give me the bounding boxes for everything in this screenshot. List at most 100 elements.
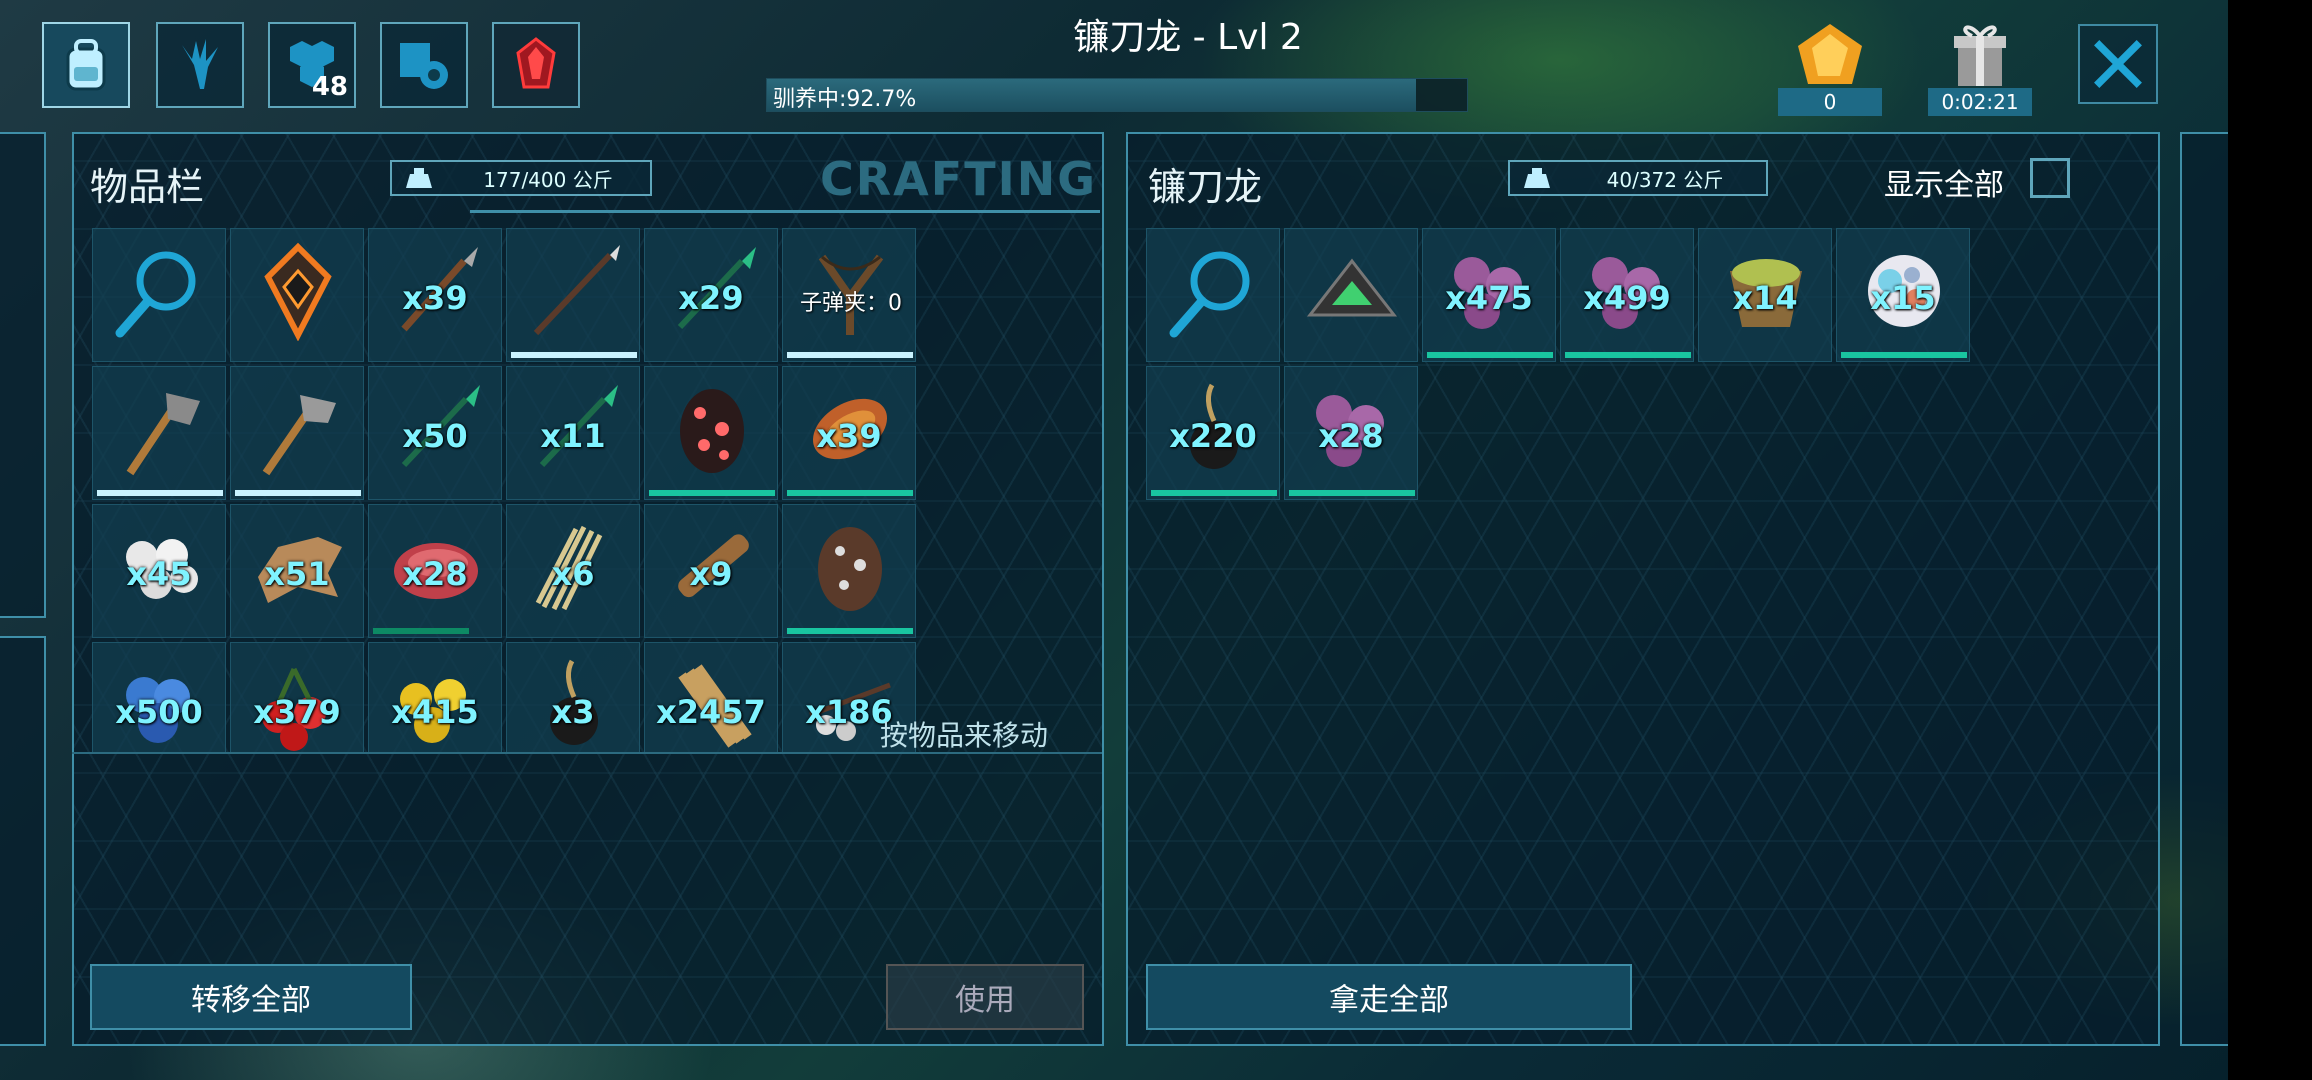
tek-tab[interactable] [492,22,580,108]
inventory-slot[interactable]: x9 [644,504,778,638]
item-quantity: x379 [253,693,341,731]
durability-bar [373,628,469,634]
item-quantity: x28 [1318,417,1384,455]
red-crystal-icon [516,37,556,89]
gear-book-icon [400,43,448,89]
drag-hint: 按物品来移动 [880,719,1049,752]
inventory-slot[interactable] [230,366,364,500]
item-quantity: x220 [1169,417,1257,455]
creature-title: 镰刀龙 - Lvl 2 [1073,17,1303,58]
engrams-tab[interactable]: 48 [268,22,356,108]
inventory-slot[interactable] [506,228,640,362]
durability-bar [235,490,361,496]
creature-inventory-title: 镰刀龙 [1148,165,1263,209]
inventory-slot[interactable]: x2457 [644,642,778,752]
inventory-slot[interactable] [644,366,778,500]
spotted-egg-brown-icon [818,527,882,611]
item-quantity: x6 [551,555,595,593]
gift-box-icon [1954,25,2006,86]
durability-bar [787,352,913,358]
gift-timer-label: 0:02:21 [1928,88,2032,116]
close-button[interactable] [2078,24,2158,104]
item-quantity: x500 [115,693,203,731]
implant-icon [264,242,332,341]
item-quantity: x28 [402,555,468,593]
inventory-slot[interactable]: x51 [230,504,364,638]
search-icon [1169,251,1250,338]
inventory-slot[interactable]: x39 [782,366,916,500]
inventory-slot[interactable]: x475 [1422,228,1556,362]
inventory-slot[interactable] [92,366,226,500]
inventory-divider [72,752,1102,754]
amber-crystal-icon [1798,24,1862,84]
inventory-slot[interactable]: x29 [644,228,778,362]
gift-timer: 0:02:21 [1928,20,2032,116]
amber-resource: 0 [1778,20,1882,116]
durability-bar [1427,352,1553,358]
inventory-slot[interactable]: x11 [506,366,640,500]
tame-options-tab[interactable] [156,22,244,108]
inventory-slot[interactable]: 子弹夹：0 [782,228,916,362]
pike-icon [533,245,620,336]
item-quantity: x415 [391,693,479,731]
item-quantity: x11 [540,417,606,455]
inventory-slot[interactable]: x3 [506,642,640,752]
taming-progress-label: 驯养中:92.7% [773,87,917,112]
item-quantity: x51 [264,555,330,593]
inventory-slot[interactable] [1284,228,1418,362]
item-quantity: x39 [402,279,468,317]
show-all-checkbox[interactable] [2030,158,2070,198]
inventory-slot[interactable]: x28 [368,504,502,638]
inventory-slot[interactable]: x220 [1146,366,1280,500]
inventory-slot[interactable]: x379 [230,642,364,752]
use-button[interactable]: 使用 [886,964,1084,1030]
search-slot[interactable] [1146,228,1280,362]
stone-hatchet-icon [126,393,200,476]
item-quantity: x2457 [656,693,766,731]
search-icon [115,251,196,338]
take-all-button[interactable]: 拿走全部 [1146,964,1632,1030]
inventory-slot[interactable]: x15 [1836,228,1970,362]
inventory-slot[interactable] [230,228,364,362]
amber-count: 0 [1778,88,1882,116]
inventory-slot[interactable]: x28 [1284,366,1418,500]
settings-tab[interactable] [380,22,468,108]
weight-icon [406,168,432,188]
inventory-slot[interactable]: x14 [1698,228,1832,362]
engram-count: 48 [311,72,348,102]
inventory-slot[interactable]: x50 [368,366,502,500]
saddle-icon [1306,258,1398,317]
durability-bar [649,490,775,496]
inventory-slot[interactable]: x45 [92,504,226,638]
transfer-all-button[interactable]: 转移全部 [90,964,412,1030]
durability-bar [97,490,223,496]
item-quantity: x499 [1583,279,1671,317]
backpack-icon [66,39,106,91]
inventory-tab[interactable] [42,22,130,108]
inventory-slot[interactable]: x415 [368,642,502,752]
search-slot[interactable] [92,228,226,362]
crafting-tab[interactable]: CRAFTING [820,152,1097,206]
creature-inventory-grid: x475 x499 x14 x15 x220 x28 [1146,228,1970,500]
creature-weight: 40/372 公斤 [1508,160,1768,196]
screen-edge [2228,0,2312,1080]
weight-icon [1524,168,1550,188]
inventory-grid: x39 x29 子弹夹：0 x50 x11 x39 x45 x51 x28 x6 x9 x500 x37… [92,228,916,752]
durability-bar [787,628,913,634]
item-quantity: x39 [816,417,882,455]
inventory-slot[interactable]: x39 [368,228,502,362]
durability-bar [1289,490,1415,496]
inventory-slot[interactable]: x500 [92,642,226,752]
inventory-slot[interactable]: x6 [506,504,640,638]
creature-weight-value: 40/372 公斤 [1606,167,1724,192]
inventory-slot[interactable]: x499 [1560,228,1694,362]
inventory-slot[interactable] [782,504,916,638]
item-quantity: x475 [1445,279,1533,317]
stone-pick-icon [262,395,336,476]
item-quantity: x15 [1870,279,1936,317]
item-quantity: x14 [1732,279,1798,317]
item-quantity: x9 [689,555,733,593]
durability-bar [1151,490,1277,496]
left-edge-panel [0,132,46,618]
durability-bar [1841,352,1967,358]
